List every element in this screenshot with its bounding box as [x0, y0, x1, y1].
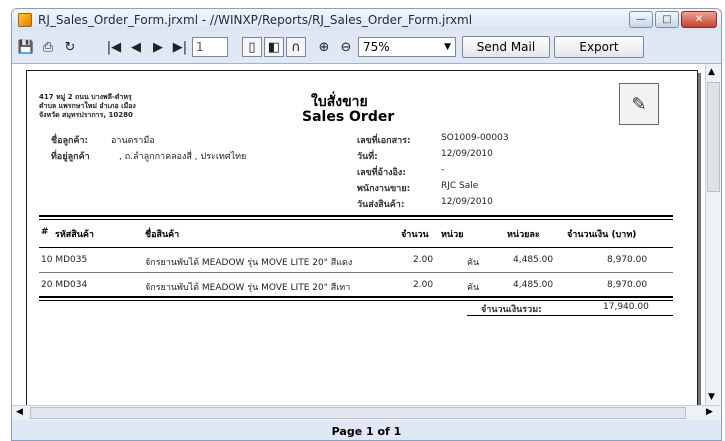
minimize-button[interactable]: — [629, 11, 653, 28]
date-value: 12/09/2010 [441, 149, 493, 159]
col-header-qty: จำนวน [401, 230, 429, 240]
scroll-down-icon[interactable]: ▼ [708, 392, 715, 402]
zoom-value: 75% [363, 40, 390, 54]
vertical-scroll-thumb[interactable] [707, 82, 720, 192]
row-2-price: 4,485.00 [513, 280, 554, 290]
report-viewer-window: RJ_Sales_Order_Form.jrxml - //WINXP/Repo… [11, 8, 722, 441]
zoom-in-icon[interactable]: ⊕ [314, 37, 334, 57]
chevron-down-icon: ▼ [444, 42, 451, 52]
delivery-date-value: 12/09/2010 [441, 197, 493, 207]
close-button[interactable]: ✕ [681, 11, 717, 28]
row-2-name: จักรยานพับได้ MEADOW รุ่น MOVE LITE 20" … [145, 283, 351, 293]
row-2-unit: คัน [467, 283, 480, 293]
app-icon [18, 13, 32, 27]
zoom-select[interactable]: 75% ▼ [358, 37, 456, 57]
last-page-icon[interactable]: ▶| [170, 37, 190, 57]
header-bottom-rule [39, 247, 673, 248]
row-1-amount: 8,970.00 [607, 255, 648, 265]
report-view-area[interactable]: 417 หมู่ 2 ถนน บางพลี-ตำหรุ ตำบล แพรกษาใ… [12, 63, 721, 406]
actual-size-icon[interactable]: ▯ [242, 37, 262, 57]
report-page: 417 หมู่ 2 ถนน บางพลี-ตำหรุ ตำบล แพรกษาใ… [26, 70, 698, 406]
window-controls: — □ ✕ [629, 11, 717, 28]
page-number-input[interactable]: 1 [192, 37, 228, 57]
header-top-rule-thin [39, 219, 673, 220]
col-header-no: # [41, 227, 49, 237]
report-title-english: Sales Order [302, 109, 395, 125]
row-2-code: 20 MD034 [41, 280, 88, 290]
col-header-amount: จำนวนเงิน (บาท) [567, 230, 637, 240]
company-address-line-3: จังหวัด สมุทรปราการ, 10280 [39, 111, 133, 119]
next-page-icon[interactable]: ▶ [148, 37, 168, 57]
row-2-qty: 2.00 [413, 280, 434, 290]
col-header-code: รหัสสินค้า [55, 230, 94, 240]
reference-label: เลขที่อ้างอิง: [357, 168, 406, 178]
total-value: 17,940.00 [603, 302, 649, 312]
salesperson-value: RJC Sale [441, 181, 479, 191]
fit-page-icon[interactable]: ◧ [264, 37, 284, 57]
col-header-name: ชื่อสินค้า [145, 230, 180, 240]
status-bar: Page 1 of 1 [12, 421, 721, 440]
reload-icon[interactable]: ↻ [60, 37, 80, 57]
col-header-price: หน่วยละ [507, 230, 540, 240]
row-2-amount: 8,970.00 [607, 280, 648, 290]
customer-label: ชื่อลูกค้า: [51, 136, 89, 146]
send-mail-button[interactable]: Send Mail [462, 36, 550, 58]
reference-value: - [441, 165, 445, 175]
salesperson-label: พนักงานขาย: [357, 184, 411, 194]
customer-address-label: ที่อยู่ลูกค้า [51, 152, 90, 162]
company-logo: ✎ [619, 83, 659, 125]
doc-no-label: เลขที่เอกสาร: [357, 136, 411, 146]
header-top-rule [39, 215, 673, 217]
maximize-button[interactable]: □ [655, 11, 679, 28]
page-info: Page 1 of 1 [331, 425, 402, 438]
customer-address-value: , ถ.ลำลูกกาคลองสี่ , ประเทศไทย [119, 152, 247, 162]
zoom-out-icon[interactable]: ⊖ [336, 37, 356, 57]
previous-page-icon[interactable]: ◀ [126, 37, 146, 57]
row-1-qty: 2.00 [413, 255, 434, 265]
total-top-rule [39, 296, 673, 298]
row-1-code: 10 MD035 [41, 255, 88, 265]
doc-no-value: SO1009-00003 [441, 133, 509, 143]
print-icon[interactable]: ⎙ [38, 37, 58, 57]
row-1-name: จักรยานพับได้ MEADOW รุ่น MOVE LITE 20" … [145, 258, 353, 268]
total-label: จำนวนเงินรวม: [481, 305, 542, 315]
vertical-scrollbar[interactable]: ▲ ▼ [705, 64, 721, 406]
horizontal-scroll-thumb[interactable] [30, 407, 686, 419]
row-separator [39, 272, 673, 273]
window-title: RJ_Sales_Order_Form.jrxml - //WINXP/Repo… [38, 13, 473, 27]
row-1-unit: คัน [467, 258, 480, 268]
row-1-price: 4,485.00 [513, 255, 554, 265]
export-button[interactable]: Export [554, 36, 644, 58]
company-address-line-2: ตำบล แพรกษาใหม่ อำเภอ เมือง [39, 102, 136, 110]
scroll-left-icon[interactable]: ◀ [16, 407, 23, 417]
date-label: วันที่: [357, 152, 378, 162]
total-bottom-rule [467, 315, 673, 316]
scroll-up-icon[interactable]: ▲ [708, 67, 715, 77]
save-icon[interactable]: 💾 [16, 37, 36, 57]
total-top-rule-thin [39, 300, 673, 301]
col-header-unit: หน่วย [441, 230, 464, 240]
horizontal-scrollbar[interactable]: ◀ ▶ [12, 405, 721, 420]
first-page-icon[interactable]: |◀ [104, 37, 124, 57]
delivery-date-label: วันส่งสินค้า: [357, 200, 405, 210]
title-bar[interactable]: RJ_Sales_Order_Form.jrxml - //WINXP/Repo… [12, 9, 721, 31]
toolbar: 💾 ⎙ ↻ |◀ ◀ ▶ ▶| 1 ▯ ◧ ∩ ⊕ ⊖ 75% ▼ Send M… [12, 34, 721, 60]
customer-value: อานดรามือ [111, 136, 155, 146]
fit-width-icon[interactable]: ∩ [286, 37, 306, 57]
scroll-right-icon[interactable]: ▶ [706, 407, 713, 417]
company-address-line-1: 417 หมู่ 2 ถนน บางพลี-ตำหรุ [39, 93, 132, 101]
